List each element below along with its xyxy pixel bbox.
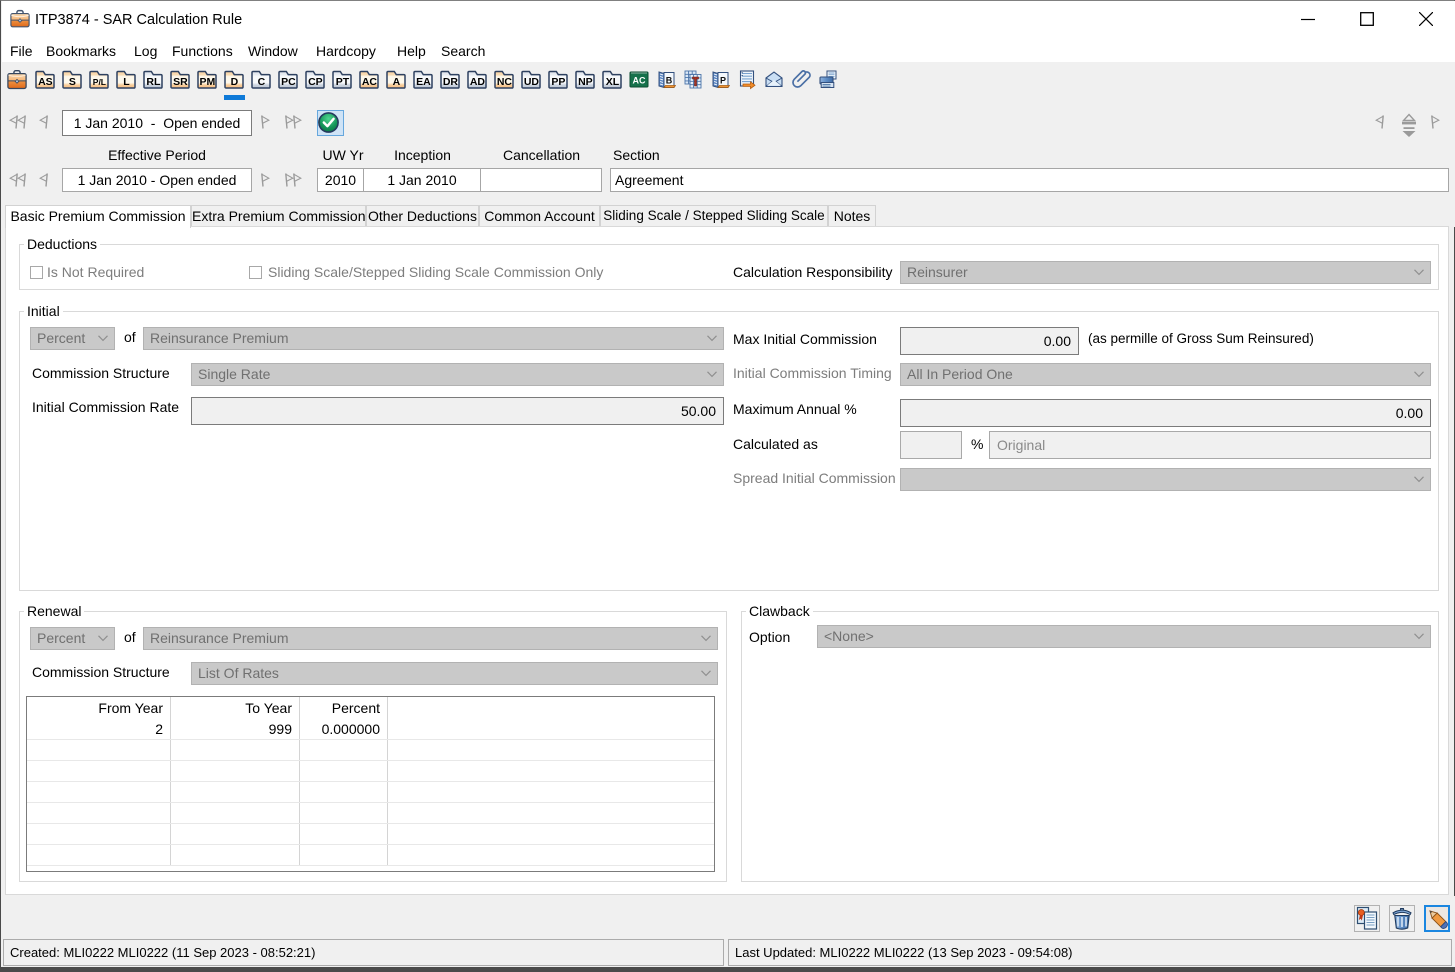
svg-text:XL: XL — [606, 76, 620, 88]
svg-text:P/L: P/L — [93, 77, 106, 87]
svg-text:D: D — [231, 76, 239, 88]
svg-text:UD: UD — [524, 76, 540, 88]
svg-text:PP: PP — [551, 76, 565, 88]
svg-text:PT: PT — [336, 76, 350, 88]
svg-text:B: B — [666, 76, 673, 86]
svg-text:SR: SR — [173, 76, 188, 88]
svg-text:A: A — [393, 76, 401, 88]
svg-text:AD: AD — [470, 76, 486, 88]
svg-text:DR: DR — [443, 76, 459, 88]
svg-text:PM: PM — [200, 76, 216, 88]
svg-text:C: C — [258, 76, 266, 88]
svg-text:AC: AC — [633, 75, 646, 85]
svg-text:NP: NP — [578, 76, 593, 88]
svg-text:PC: PC — [281, 76, 296, 88]
svg-text:EA: EA — [416, 76, 431, 88]
svg-text:AS: AS — [38, 76, 53, 88]
svg-text:AC: AC — [362, 76, 378, 88]
svg-text:RL: RL — [146, 76, 161, 88]
svg-text:CP: CP — [308, 76, 323, 88]
svg-text:P: P — [720, 76, 726, 86]
svg-text:NC: NC — [497, 76, 513, 88]
svg-text:S: S — [69, 76, 76, 88]
svg-text:L: L — [123, 76, 130, 88]
